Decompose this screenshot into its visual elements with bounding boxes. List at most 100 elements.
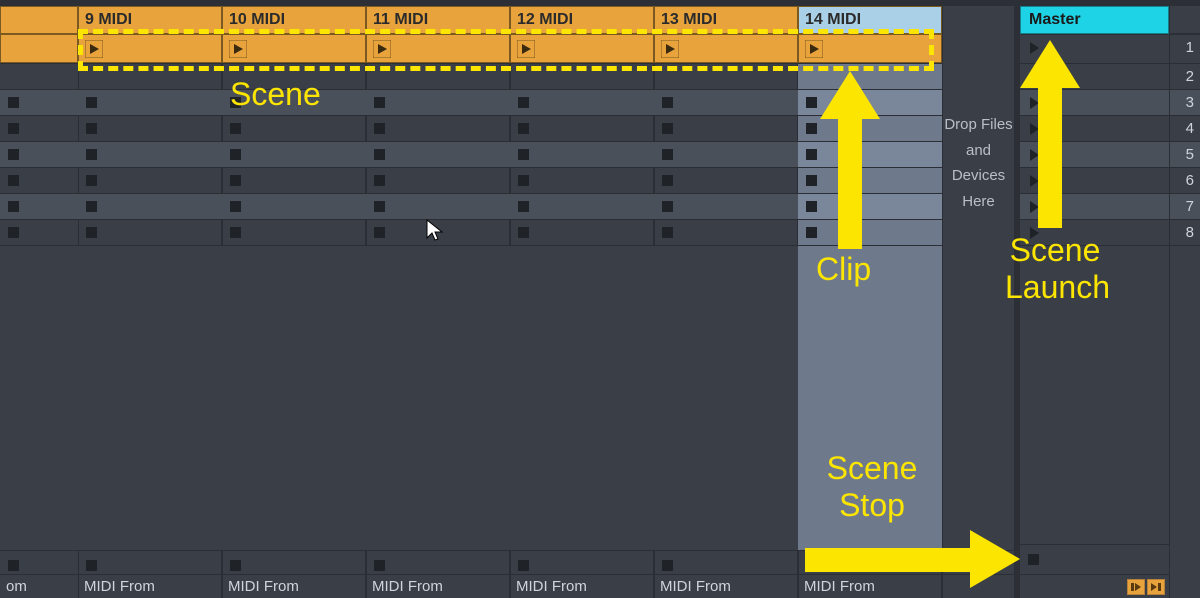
empty-clip-slot[interactable] [222,115,366,141]
empty-clip-slot[interactable] [654,115,798,141]
stop-icon [518,560,529,571]
empty-clip-slot[interactable] [798,63,942,89]
stop-icon [662,201,673,212]
io-label-row: MIDI From [654,574,798,598]
clip-area[interactable] [366,245,510,550]
empty-clip-slot[interactable] [222,219,366,245]
scene-launch-button[interactable] [1020,89,1169,115]
clip-area[interactable] [654,245,798,550]
drop-area[interactable]: Drop Files and Devices Here [942,6,1015,598]
empty-clip-slot[interactable] [78,115,222,141]
empty-clip-slot[interactable] [798,167,942,193]
stop-icon [8,201,19,212]
stop-icon [86,149,97,160]
empty-clip-slot[interactable] [510,63,654,89]
empty-clip-slot[interactable] [78,141,222,167]
empty-clip-slot[interactable] [654,193,798,219]
scene-number[interactable]: 2 [1170,63,1200,89]
empty-clip-slot[interactable] [366,63,510,89]
track-header[interactable]: 10 MIDI [222,6,366,34]
clip-area[interactable] [78,245,222,550]
io-selector-right[interactable] [1147,579,1165,595]
empty-clip-slot[interactable] [78,219,222,245]
empty-clip-slot[interactable] [366,219,510,245]
empty-clip-slot[interactable] [654,167,798,193]
io-label-row: MIDI From [510,574,654,598]
empty-clip-slot[interactable] [654,89,798,115]
empty-clip-slot[interactable] [366,193,510,219]
empty-clip-slot[interactable] [798,115,942,141]
stop-all-scenes[interactable] [1020,544,1169,574]
clip-slot[interactable] [798,34,942,63]
scene-number[interactable]: 8 [1170,219,1200,245]
empty-clip-slot[interactable] [510,89,654,115]
stop-icon [86,201,97,212]
empty-clip-slot[interactable] [222,89,366,115]
clip-slot[interactable] [222,34,366,63]
empty-clip-slot[interactable] [798,219,942,245]
master-header[interactable]: Master [1020,6,1169,34]
play-icon [1030,201,1039,213]
empty-clip-slot[interactable] [510,167,654,193]
scene-launch-button[interactable] [1020,63,1169,89]
clip-slot[interactable] [510,34,654,63]
scene-number[interactable]: 3 [1170,89,1200,115]
empty-clip-slot[interactable] [798,89,942,115]
empty-clip-slot[interactable] [510,219,654,245]
empty-clip-slot[interactable] [654,141,798,167]
scene-number[interactable]: 1 [1170,34,1200,60]
empty-clip-slot[interactable] [510,141,654,167]
stop-icon [230,560,241,571]
scene-number[interactable]: 5 [1170,141,1200,167]
empty-clip-slot[interactable] [78,63,222,89]
empty-clip-slot[interactable] [222,141,366,167]
play-icon [1030,175,1039,187]
empty-clip-slot[interactable] [222,63,366,89]
empty-clip-slot[interactable] [222,193,366,219]
stop-icon [806,123,817,134]
empty-clip-slot[interactable] [366,89,510,115]
scene-number[interactable]: 6 [1170,167,1200,193]
track-header[interactable]: 13 MIDI [654,6,798,34]
track-header[interactable]: 11 MIDI [366,6,510,34]
track-title: 13 MIDI [661,11,717,29]
empty-clip-slot[interactable] [654,63,798,89]
empty-clip-slot[interactable] [78,89,222,115]
empty-clip-slot[interactable] [222,167,366,193]
clip-slot[interactable] [366,34,510,63]
scene-launch-button[interactable] [1020,219,1169,245]
io-label-row: MIDI From [222,574,366,598]
empty-clip-slot[interactable] [366,115,510,141]
empty-clip-slot[interactable] [798,193,942,219]
stop-icon [518,123,529,134]
io-selector-left[interactable] [1127,579,1145,595]
io-label-row: MIDI From [366,574,510,598]
empty-clip-slot[interactable] [654,219,798,245]
clip-slot[interactable] [654,34,798,63]
clip-slot[interactable] [78,34,222,63]
empty-clip-slot[interactable] [78,193,222,219]
scene-launch-button[interactable] [1020,141,1169,167]
clip-area[interactable] [798,245,942,550]
empty-clip-slot[interactable] [366,141,510,167]
empty-clip-slot[interactable] [366,167,510,193]
clip-area[interactable] [510,245,654,550]
stop-icon [662,149,673,160]
scene-launch-button[interactable] [1020,167,1169,193]
empty-clip-slot[interactable] [510,115,654,141]
scene-launch-button[interactable] [1020,193,1169,219]
stop-all-icon[interactable] [8,560,19,571]
track-header[interactable]: 9 MIDI [78,6,222,34]
empty-clip-slot[interactable] [798,141,942,167]
stop-icon [518,201,529,212]
clip-area[interactable] [222,245,366,550]
scene-launch-button[interactable] [1020,115,1169,141]
stop-icon [8,149,19,160]
track-header[interactable]: 14 MIDI [798,6,942,34]
track-header[interactable]: 12 MIDI [510,6,654,34]
empty-clip-slot[interactable] [510,193,654,219]
scene-number[interactable]: 4 [1170,115,1200,141]
scene-number[interactable]: 7 [1170,193,1200,219]
empty-clip-slot[interactable] [78,167,222,193]
scene-launch-button[interactable] [1020,34,1169,60]
